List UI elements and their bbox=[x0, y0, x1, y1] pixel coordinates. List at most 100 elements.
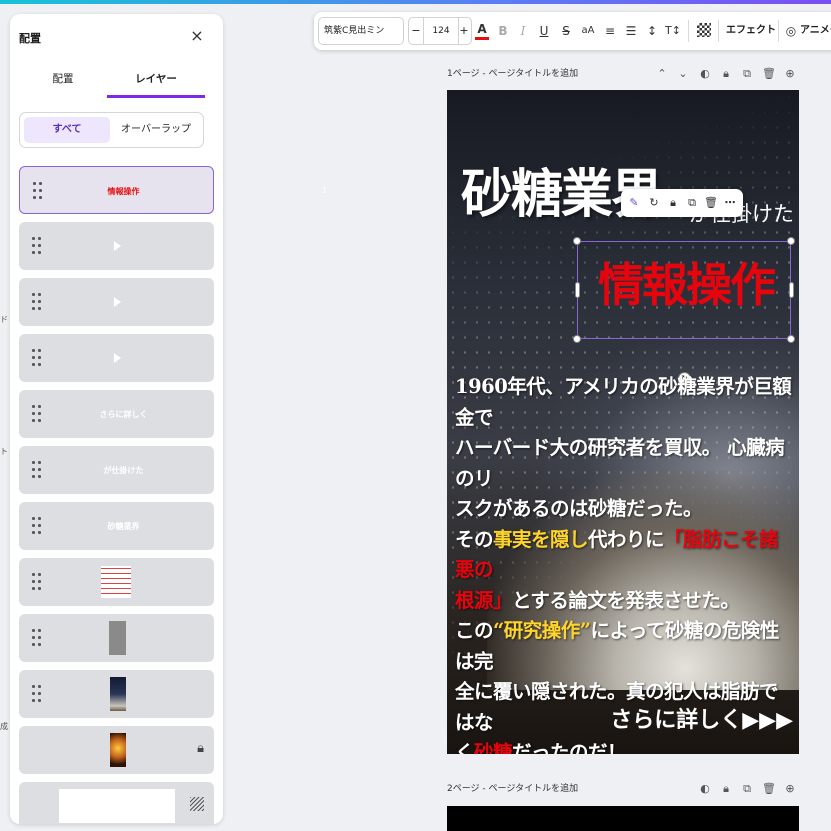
play-icon bbox=[114, 297, 121, 307]
align-icon[interactable]: ≡ bbox=[602, 21, 618, 41]
tab-layers[interactable]: レイヤー bbox=[107, 70, 205, 98]
body-line: この“研究操作”によって砂糖の危険性は完 bbox=[455, 619, 779, 673]
design-canvas[interactable]: 砂糖業界 が仕掛けた 情報操作 ↻ ✎ ↻ 🔒︎ ⧉ 🗑︎ ⋯ 1960年代、ア… bbox=[447, 90, 799, 754]
selection-box bbox=[577, 241, 791, 339]
body-line: スクがあるのは砂糖だった。 bbox=[455, 497, 703, 520]
panel-title: 配置 bbox=[19, 32, 41, 45]
list-icon[interactable]: ☰ bbox=[623, 21, 639, 41]
filter-all-button[interactable]: すべて bbox=[24, 117, 110, 143]
drag-handle-icon[interactable] bbox=[32, 517, 41, 535]
drag-handle-icon[interactable] bbox=[32, 629, 41, 647]
left-strip-label: 成 bbox=[0, 722, 8, 731]
chevron-up-icon[interactable]: ⌃ bbox=[655, 66, 669, 82]
drag-handle-icon[interactable] bbox=[32, 349, 41, 367]
body-line: ハーバード大の研究者を買収。 心臓病のリ bbox=[455, 436, 785, 490]
text-color-icon[interactable]: A bbox=[475, 21, 489, 40]
hide-icon[interactable]: ◐ bbox=[698, 781, 712, 797]
text-block-thumbnail bbox=[101, 566, 131, 598]
bold-icon[interactable]: B bbox=[495, 21, 511, 41]
play-icon bbox=[114, 353, 121, 363]
page-title-label[interactable]: 2ページ - ページタイトルを追加 bbox=[447, 781, 578, 797]
resize-handle[interactable] bbox=[787, 237, 795, 245]
left-sidebar-strip: ド ト 成 bbox=[0, 4, 10, 831]
lock-icon[interactable]: 🔒︎ bbox=[197, 741, 204, 756]
spacing-icon[interactable]: ↕ bbox=[644, 21, 660, 41]
hide-icon[interactable]: ◐ bbox=[698, 66, 712, 82]
drag-handle-icon[interactable] bbox=[32, 461, 41, 479]
resize-handle[interactable] bbox=[575, 282, 580, 298]
layer-item[interactable] bbox=[19, 670, 214, 718]
size-increase-button[interactable]: + bbox=[457, 18, 471, 44]
strikethrough-icon[interactable]: S bbox=[558, 21, 574, 41]
chevron-down-icon[interactable]: ⌄ bbox=[676, 66, 690, 82]
layer-item[interactable] bbox=[19, 614, 214, 662]
page-title-label[interactable]: 1ページ - ページタイトルを追加 bbox=[447, 66, 578, 82]
drag-handle-icon[interactable] bbox=[32, 573, 41, 591]
body-line: く砂糖だったのだ！ bbox=[455, 741, 627, 754]
animate-button[interactable]: アニメー bbox=[800, 22, 831, 40]
drag-handle-icon[interactable] bbox=[32, 293, 41, 311]
add-page-icon[interactable]: ⊕ bbox=[783, 66, 797, 82]
resize-handle[interactable] bbox=[787, 335, 795, 343]
page-header: 2ページ - ページタイトルを追加 ◐ 🔒︎ ⧉ 🗑︎ ⊕ bbox=[447, 781, 799, 797]
lock-icon[interactable]: 🔒︎ bbox=[665, 194, 681, 212]
trash-icon[interactable]: 🗑︎ bbox=[703, 194, 719, 212]
lock-icon[interactable]: 🔒︎ bbox=[719, 781, 733, 797]
duplicate-icon[interactable]: ⧉ bbox=[740, 781, 754, 797]
font-size-input[interactable]: 124 bbox=[423, 18, 459, 44]
drag-handle-icon[interactable] bbox=[32, 685, 41, 703]
body-line: 1960年代、アメリカの砂糖業界が巨額金で bbox=[455, 375, 792, 429]
drag-handle-icon[interactable] bbox=[33, 182, 42, 200]
rotate-icon[interactable]: ↻ bbox=[646, 194, 662, 212]
resize-handle[interactable] bbox=[789, 282, 794, 298]
rect-thumbnail bbox=[109, 621, 126, 655]
body-line: その事実を隠し代わりに「脂肪こそ諸悪の bbox=[455, 527, 779, 582]
top-accent-bar bbox=[0, 0, 831, 4]
body-text[interactable]: 1960年代、アメリカの砂糖業界が巨額金で ハーバード大の研究者を買収。 心臓病… bbox=[455, 372, 795, 754]
image-thumbnail bbox=[110, 733, 126, 767]
font-size-stepper: − 124 + bbox=[408, 17, 472, 45]
font-family-select[interactable]: 筑紫C見出ミン bbox=[318, 17, 404, 45]
resize-handle[interactable] bbox=[573, 237, 581, 245]
more-icon[interactable]: ⋯ bbox=[722, 194, 738, 212]
layer-item[interactable]: 砂糖業界 bbox=[19, 502, 214, 550]
position-panel: 配置 × 配置 レイヤー すべて オーバーラップ 情報操作 さらに詳しく が仕掛… bbox=[10, 14, 223, 824]
layer-item[interactable] bbox=[19, 558, 214, 606]
body-line: 根源」とする論文を発表させた。 bbox=[455, 588, 740, 612]
magic-edit-icon[interactable]: ✎ bbox=[626, 194, 642, 212]
layer-item[interactable] bbox=[19, 278, 214, 326]
layer-item[interactable]: が仕掛けた bbox=[19, 446, 214, 494]
duplicate-icon[interactable]: ⧉ bbox=[740, 66, 754, 82]
trash-icon[interactable]: 🗑︎ bbox=[762, 781, 776, 797]
trash-icon[interactable]: 🗑︎ bbox=[762, 66, 776, 82]
add-page-icon[interactable]: ⊕ bbox=[783, 781, 797, 797]
vertical-text-icon[interactable]: T↕ bbox=[664, 21, 682, 41]
animate-icon[interactable]: ◎ bbox=[784, 21, 798, 41]
text-toolbar: 筑紫C見出ミン − 124 + A B I U S aA ≡ ☰ ↕ T↕ エフ… bbox=[314, 12, 831, 50]
transparency-icon[interactable] bbox=[697, 23, 711, 37]
layer-item[interactable] bbox=[19, 222, 214, 270]
duplicate-icon[interactable]: ⧉ bbox=[684, 194, 700, 212]
effects-button[interactable]: エフェクト bbox=[726, 22, 776, 40]
toolbar-divider bbox=[688, 20, 689, 42]
design-canvas-page-2[interactable] bbox=[447, 806, 799, 831]
layer-item[interactable]: さらに詳しく bbox=[19, 390, 214, 438]
stray-glyph: 1 bbox=[322, 186, 328, 195]
filter-overlap-button[interactable]: オーバーラップ bbox=[112, 117, 200, 143]
letter-case-icon[interactable]: aA bbox=[579, 21, 597, 41]
tab-arrange[interactable]: 配置 bbox=[19, 70, 107, 98]
element-context-menu: ✎ ↻ 🔒︎ ⧉ 🗑︎ ⋯ bbox=[621, 189, 743, 217]
size-decrease-button[interactable]: − bbox=[409, 18, 423, 44]
italic-icon[interactable]: I bbox=[515, 21, 531, 41]
close-icon[interactable]: × bbox=[188, 26, 206, 46]
layer-item[interactable] bbox=[19, 782, 214, 824]
drag-handle-icon[interactable] bbox=[32, 405, 41, 423]
layer-item[interactable] bbox=[19, 334, 214, 382]
resize-handle[interactable] bbox=[573, 335, 581, 343]
underline-icon[interactable]: U bbox=[536, 21, 552, 41]
layer-item[interactable]: 情報操作 bbox=[19, 166, 214, 214]
layer-item[interactable]: 🔒︎ bbox=[19, 726, 214, 774]
more-details-text[interactable]: さらに詳しく▶▶▶ bbox=[610, 702, 793, 734]
lock-icon[interactable]: 🔒︎ bbox=[719, 66, 733, 82]
drag-handle-icon[interactable] bbox=[32, 237, 41, 255]
